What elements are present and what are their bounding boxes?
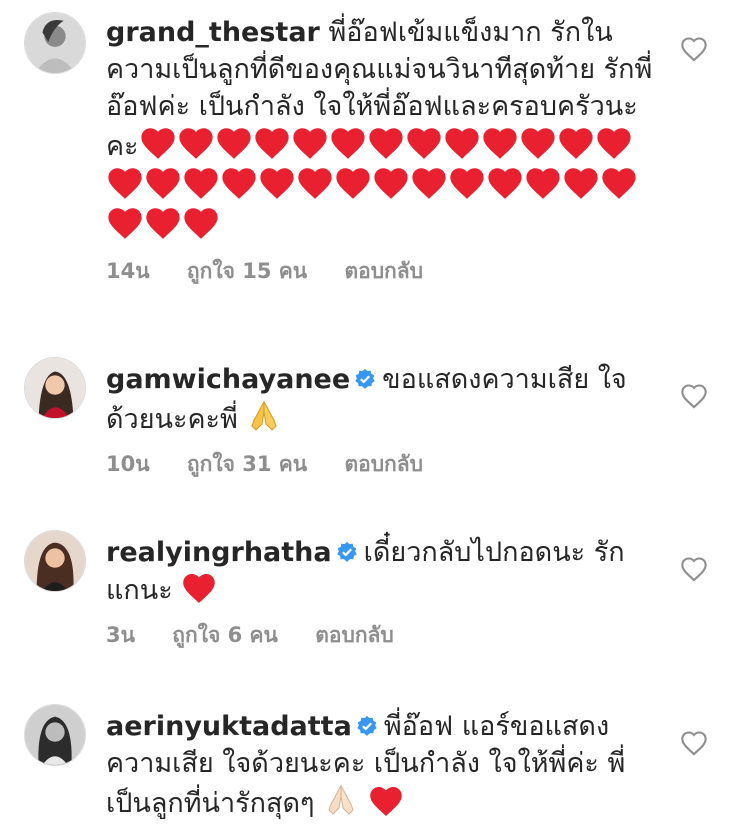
red-heart-emoji <box>146 168 180 199</box>
comment-meta: 14น ถูกใจ 15 คน ตอบกลับ <box>106 255 666 288</box>
comment-text: realyingrhatha เดี๋ยวกลับไปกอดนะ รักแกนะ <box>106 534 666 609</box>
avatar[interactable] <box>24 704 86 766</box>
red-heart-emoji <box>520 128 555 159</box>
username[interactable]: realyingrhatha <box>106 537 332 568</box>
avatar[interactable] <box>24 530 86 592</box>
likes-count[interactable]: ถูกใจ 15 คน <box>187 259 307 283</box>
verified-badge-icon <box>355 368 375 389</box>
like-heart-icon[interactable] <box>680 36 708 62</box>
red-heart-emoji <box>146 208 180 239</box>
red-heart-emoji <box>558 128 593 159</box>
comment-meta: 10น ถูกใจ 31 คน ตอบกลับ <box>106 448 666 481</box>
red-heart-emoji <box>564 168 598 199</box>
like-heart-icon[interactable] <box>680 383 708 409</box>
like-heart-icon[interactable] <box>680 556 708 582</box>
red-heart-emoji <box>406 128 441 159</box>
verified-badge-icon <box>357 715 377 736</box>
username[interactable]: aerinyuktadatta <box>106 711 352 742</box>
red-heart-emoji <box>596 128 631 159</box>
username[interactable]: grand_thestar <box>106 17 320 48</box>
red-heart-emoji <box>260 168 294 199</box>
red-heart-emoji <box>330 128 365 159</box>
comment-text: gamwichayanee ขอแสดงความเสีย ใจด้วยนะคะพี… <box>106 361 666 438</box>
comment-message-tail: คะ <box>106 131 139 162</box>
comment-text: grand_thestar พี่อ๊อฟเข้มแข็งมาก รักในคว… <box>106 14 666 245</box>
reply-button[interactable]: ตอบกลับ <box>315 623 394 647</box>
timestamp: 10น <box>106 452 150 476</box>
reply-button[interactable]: ตอบกลับ <box>344 452 423 476</box>
red-heart-emoji <box>369 787 402 816</box>
red-heart-emoji <box>298 168 332 199</box>
comment-meta: 3น ถูกใจ 6 คน ตอบกลับ <box>106 619 666 652</box>
red-heart-emoji <box>184 168 218 199</box>
heart-emoji-group <box>106 128 638 242</box>
red-heart-emoji <box>336 168 370 199</box>
red-heart-emoji <box>178 128 213 159</box>
red-heart-emoji <box>216 128 251 159</box>
red-heart-emoji <box>108 168 142 199</box>
comment-item: grand_thestar พี่อ๊อฟเข้มแข็งมาก รักในคว… <box>0 0 750 320</box>
red-heart-emoji <box>368 128 403 159</box>
red-heart-emoji <box>183 574 216 603</box>
red-heart-emoji <box>374 168 408 199</box>
avatar[interactable] <box>24 357 86 419</box>
red-heart-emoji <box>254 128 289 159</box>
folded-hands-emoji <box>251 400 278 431</box>
comment-item: aerinyuktadatta พี่อ๊อฟ แอร์ขอแสดงความเสี… <box>0 692 750 828</box>
likes-count[interactable]: ถูกใจ 6 คน <box>172 623 278 647</box>
verified-badge-icon <box>336 541 357 562</box>
timestamp: 14น <box>106 259 150 283</box>
like-heart-icon[interactable] <box>680 730 708 756</box>
red-heart-emoji <box>526 168 560 199</box>
reply-button[interactable]: ตอบกลับ <box>344 259 423 283</box>
likes-count[interactable]: ถูกใจ 31 คน <box>187 452 307 476</box>
red-heart-emoji <box>108 208 142 239</box>
red-heart-emoji <box>450 168 484 199</box>
folded-hands-emoji <box>328 784 354 815</box>
comment-item: gamwichayanee ขอแสดงความเสีย ใจด้วยนะคะพี… <box>0 345 750 485</box>
red-heart-emoji <box>482 128 517 159</box>
timestamp: 3น <box>106 623 135 647</box>
red-heart-emoji <box>444 128 479 159</box>
red-heart-emoji <box>488 168 522 199</box>
red-heart-emoji <box>184 208 218 239</box>
username[interactable]: gamwichayanee <box>106 364 350 395</box>
red-heart-emoji <box>222 168 256 199</box>
red-heart-emoji <box>140 128 175 159</box>
comment-item: realyingrhatha เดี๋ยวกลับไปกอดนะ รักแกนะ … <box>0 518 750 658</box>
avatar[interactable] <box>24 12 86 74</box>
comment-text: aerinyuktadatta พี่อ๊อฟ แอร์ขอแสดงความเสี… <box>106 708 666 822</box>
red-heart-emoji <box>602 168 636 199</box>
red-heart-emoji <box>292 128 327 159</box>
red-heart-emoji <box>412 168 446 199</box>
